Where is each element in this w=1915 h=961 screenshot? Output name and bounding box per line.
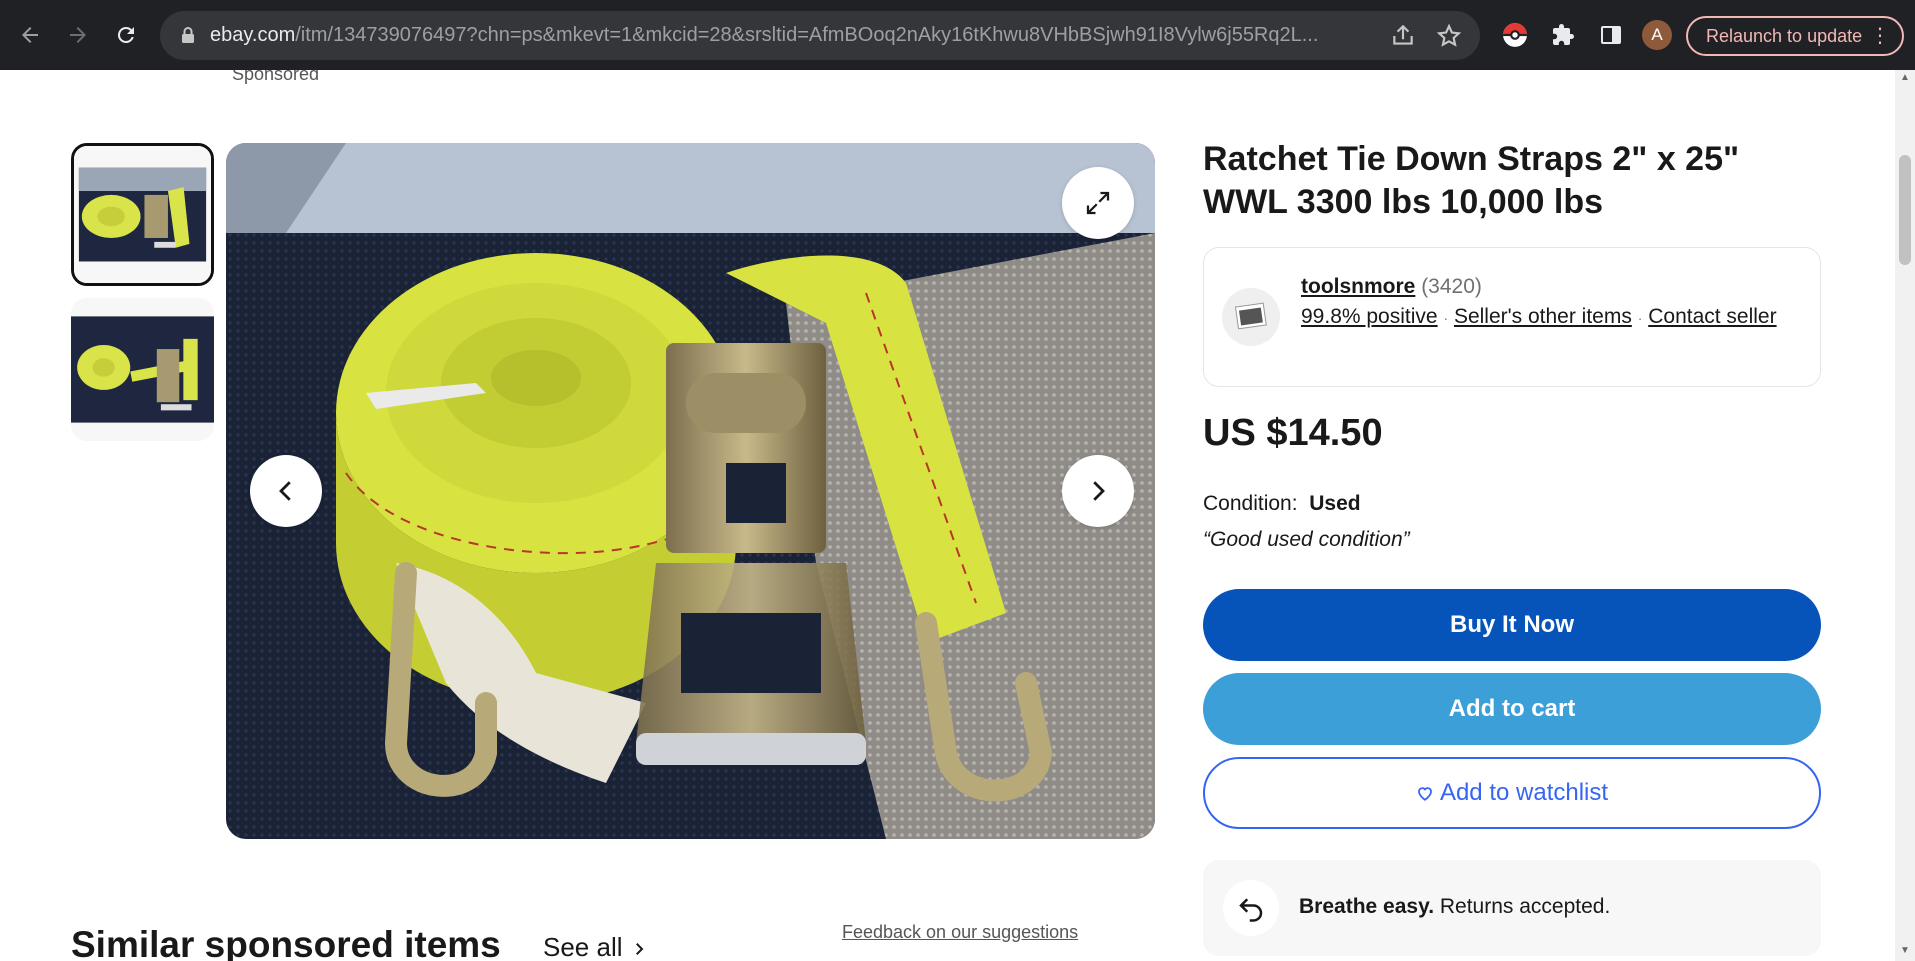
scroll-up-arrow[interactable]: ▲ <box>1899 72 1911 83</box>
expand-image-button[interactable] <box>1062 167 1134 239</box>
pokeball-extension-icon[interactable] <box>1500 20 1530 50</box>
thumbnail-1[interactable] <box>71 143 214 286</box>
listing-title: Ratchet Tie Down Straps 2" x 25" WWL 330… <box>1203 140 1740 221</box>
condition-value: Used <box>1309 492 1361 515</box>
seller-card: toolsnmore (3420) 99.8% positive · Selle… <box>1203 247 1821 387</box>
reload-icon <box>117 26 134 43</box>
address-bar[interactable]: ebay.com/itm/134739076497?chn=ps&mkevt=1… <box>160 11 1480 60</box>
similar-items-heading: Similar sponsored items <box>71 924 501 961</box>
browser-toolbar: ebay.com/itm/134739076497?chn=ps&mkevt=1… <box>0 0 1915 70</box>
back-button[interactable] <box>12 17 48 53</box>
condition-note: “Good used condition” <box>1203 528 1410 551</box>
product-photo <box>226 143 1155 839</box>
see-all-label: See all <box>543 932 623 961</box>
returns-banner: Breathe easy. Returns accepted. <box>1203 860 1821 956</box>
thumbnail-image <box>71 298 214 441</box>
previous-image-button[interactable] <box>250 455 322 527</box>
returns-detail: Returns accepted. <box>1434 895 1611 918</box>
lock-icon <box>182 27 194 43</box>
returns-text: Breathe easy. Returns accepted. <box>1299 895 1610 919</box>
sponsored-label: Sponsored <box>232 70 320 84</box>
back-arrow-icon <box>22 27 38 43</box>
bookmark-star-icon[interactable] <box>1436 23 1462 49</box>
expand-icon <box>1086 191 1110 215</box>
relaunch-button[interactable]: Relaunch to update ⋮ <box>1686 16 1904 56</box>
thumbnail-2[interactable] <box>71 298 214 441</box>
add-to-cart-label: Add to cart <box>1448 695 1576 722</box>
returns-bold: Breathe easy. <box>1299 895 1435 918</box>
profile-avatar[interactable]: A <box>1642 20 1672 50</box>
forward-button[interactable] <box>60 17 96 53</box>
thumbnail-image <box>74 146 211 283</box>
add-to-cart-button[interactable]: Add to cart <box>1203 673 1821 745</box>
condition-label: Condition: <box>1203 492 1298 515</box>
chevron-left-icon <box>279 481 291 501</box>
feedback-link[interactable]: Feedback on our suggestions <box>842 922 1078 943</box>
side-panel-icon[interactable] <box>1596 20 1626 50</box>
contact-seller-link[interactable]: Contact seller <box>1648 305 1776 328</box>
add-to-watchlist-button[interactable]: Add to watchlist <box>1203 757 1821 829</box>
relaunch-label: Relaunch to update <box>1706 25 1863 46</box>
menu-dots-icon[interactable]: ⋮ <box>1870 26 1890 46</box>
seller-other-items-link[interactable]: Seller's other items <box>1454 305 1632 328</box>
scroll-down-arrow[interactable]: ▼ <box>1899 945 1911 956</box>
scroll-thumb[interactable] <box>1899 155 1911 265</box>
seller-positive-link[interactable]: 99.8% positive <box>1301 305 1438 328</box>
reload-button[interactable] <box>108 17 144 53</box>
extensions-puzzle-icon[interactable] <box>1548 20 1578 50</box>
seller-feedback-count: (3420) <box>1421 275 1482 298</box>
chevron-right-icon <box>1093 481 1105 501</box>
share-icon[interactable] <box>1390 23 1416 49</box>
add-to-watchlist-label: Add to watchlist <box>1439 779 1609 806</box>
url-text: ebay.com/itm/134739076497?chn=ps&mkevt=1… <box>210 24 1319 46</box>
chevron-right-icon <box>635 943 644 955</box>
heart-icon <box>1418 787 1432 801</box>
see-all-link[interactable]: See all <box>543 932 648 961</box>
buy-it-now-button[interactable]: Buy It Now <box>1203 589 1821 661</box>
return-arrow-icon <box>1223 880 1279 936</box>
forward-arrow-icon <box>70 27 86 43</box>
photo-icon <box>1234 302 1267 330</box>
main-product-image[interactable] <box>226 143 1155 839</box>
separator: · <box>1443 310 1449 326</box>
next-image-button[interactable] <box>1062 455 1134 527</box>
separator: · <box>1637 310 1643 326</box>
condition: Condition: Used <box>1203 492 1361 516</box>
seller-avatar[interactable] <box>1222 288 1280 346</box>
buy-it-now-label: Buy It Now <box>1450 611 1574 638</box>
seller-info: toolsnmore (3420) 99.8% positive · Selle… <box>1301 272 1801 333</box>
page-content: Sponsored Ratchet Tie Down Straps 2" x 2… <box>0 70 1895 961</box>
seller-name-link[interactable]: toolsnmore <box>1301 275 1415 298</box>
page-scrollbar[interactable]: ▲ ▼ <box>1895 70 1915 961</box>
price: US $14.50 <box>1203 412 1383 454</box>
